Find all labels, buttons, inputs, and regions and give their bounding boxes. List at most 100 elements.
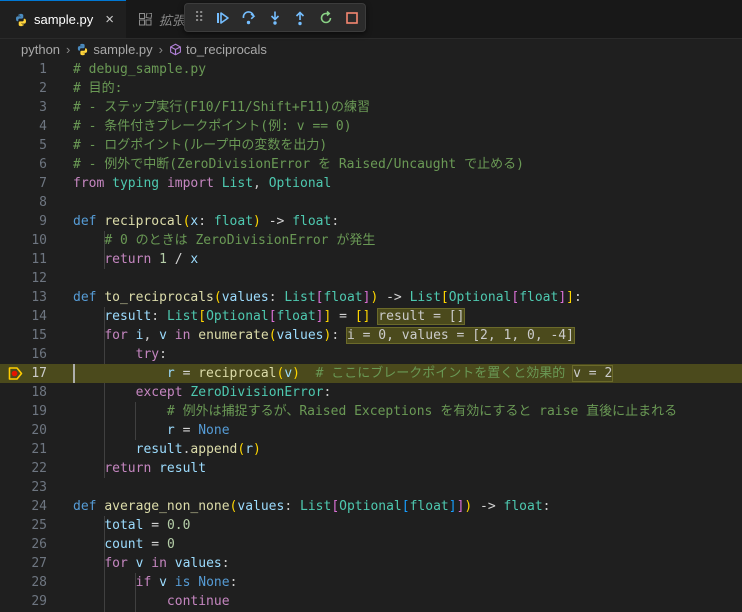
tab-bar: sample.py × 拡張 bbox=[0, 0, 742, 39]
continue-icon bbox=[216, 11, 229, 24]
code-line[interactable]: 21 result.append(r) bbox=[0, 440, 742, 459]
comment: # - 条件付きブレークポイント(例: v == 0) bbox=[73, 119, 352, 134]
line-number: 22 bbox=[31, 461, 47, 476]
code-text: return result bbox=[104, 461, 207, 476]
code-text: r = None bbox=[166, 423, 230, 438]
line-number: 16 bbox=[31, 347, 47, 362]
code-line[interactable]: 3 # - ステップ実行(F10/F11/Shift+F11)の練習 bbox=[0, 98, 742, 117]
breadcrumb-symbol[interactable]: to_reciprocals bbox=[186, 42, 267, 57]
line-number: 5 bbox=[39, 138, 47, 153]
close-icon[interactable]: × bbox=[105, 11, 114, 28]
symbol-method-icon bbox=[170, 43, 181, 55]
code-text: except ZeroDivisionError: bbox=[135, 385, 332, 400]
code-line[interactable]: 28 if v is None: bbox=[0, 573, 742, 592]
line-number: 6 bbox=[39, 157, 47, 172]
line-number: 15 bbox=[31, 328, 47, 343]
comment: # - 例外で中断(ZeroDivisionError を Raised/Unc… bbox=[73, 157, 524, 172]
code-line[interactable]: 13 def to_reciprocals(values: List[float… bbox=[0, 288, 742, 307]
line-number: 29 bbox=[31, 594, 47, 609]
inline-value: v = 2 bbox=[572, 365, 614, 382]
code-text: count = 0 bbox=[104, 537, 175, 552]
code-line[interactable]: 6 # - 例外で中断(ZeroDivisionError を Raised/U… bbox=[0, 155, 742, 174]
code-line[interactable]: 8 bbox=[0, 193, 742, 212]
python-file-icon bbox=[78, 43, 88, 55]
inline-value: result = [] bbox=[377, 308, 466, 325]
line-number: 26 bbox=[31, 537, 47, 552]
breadcrumb-folder[interactable]: python bbox=[21, 42, 60, 57]
code-text: def reciprocal(x: float) -> float: bbox=[73, 214, 340, 229]
code-text: # - 例外で中断(ZeroDivisionError を Raised/Unc… bbox=[73, 155, 524, 174]
step-over-icon bbox=[242, 10, 255, 24]
code-line[interactable]: 12 bbox=[0, 269, 742, 288]
code-text: if v is None: bbox=[135, 575, 238, 590]
code-text: from typing import List, Optional bbox=[73, 176, 332, 191]
breadcrumb: python › sample.py › to_reciprocals bbox=[0, 38, 742, 60]
code-line[interactable]: 15 for i, v in enumerate(values): i = 0,… bbox=[0, 326, 742, 345]
inline-value: i = 0, values = [2, 1, 0, -4] bbox=[345, 327, 575, 344]
line-number: 8 bbox=[39, 195, 47, 210]
tab-label: sample.py bbox=[34, 12, 94, 27]
tab-sample-py[interactable]: sample.py × bbox=[0, 0, 126, 38]
code-line[interactable]: 26 count = 0 bbox=[0, 535, 742, 554]
code-line[interactable]: 2 # 目的: bbox=[0, 79, 742, 98]
line-number: 17 bbox=[31, 366, 47, 381]
line-number: 23 bbox=[31, 480, 47, 495]
code-line[interactable]: 22 return result bbox=[0, 459, 742, 478]
debug-toolbar: ⠿ bbox=[184, 3, 366, 32]
code-line[interactable]: 27 for v in values: bbox=[0, 554, 742, 573]
code-text: r = reciprocal(v) # ここにブレークポイントを置くと効果的 v… bbox=[166, 365, 614, 382]
line-number: 10 bbox=[31, 233, 47, 248]
step-out-button[interactable] bbox=[287, 7, 313, 29]
continue-button[interactable] bbox=[210, 7, 236, 29]
code-editor[interactable]: 1 # debug_sample.py 2 # 目的: 3 # - ステップ実行… bbox=[0, 60, 742, 612]
step-into-button[interactable] bbox=[262, 7, 288, 29]
code-text: for v in values: bbox=[104, 556, 230, 571]
code-line[interactable]: 29 continue bbox=[0, 592, 742, 611]
breadcrumb-file[interactable]: sample.py bbox=[93, 42, 152, 57]
current-execution-line[interactable]: 17 r = reciprocal(v) # ここにブレークポイントを置くと効果… bbox=[0, 364, 742, 383]
code-line[interactable]: 14 result: List[Optional[float]] = [] re… bbox=[0, 307, 742, 326]
code-text: # - ステップ実行(F10/F11/Shift+F11)の練習 bbox=[73, 98, 370, 117]
code-text: for i, v in enumerate(values): i = 0, va… bbox=[104, 327, 575, 344]
code-line[interactable]: 11 return 1 / x bbox=[0, 250, 742, 269]
restart-button[interactable] bbox=[313, 7, 339, 29]
stop-button[interactable] bbox=[339, 7, 365, 29]
code-line[interactable]: 9 def reciprocal(x: float) -> float: bbox=[0, 212, 742, 231]
code-text: # - ログポイント(ループ中の変数を出力) bbox=[73, 136, 327, 155]
stop-icon bbox=[346, 11, 358, 24]
step-over-button[interactable] bbox=[236, 7, 262, 29]
code-text: result.append(r) bbox=[135, 442, 261, 457]
code-line[interactable]: 1 # debug_sample.py bbox=[0, 60, 742, 79]
comment: # ここにブレークポイントを置くと効果的 bbox=[315, 366, 566, 381]
code-line[interactable]: 5 # - ログポイント(ループ中の変数を出力) bbox=[0, 136, 742, 155]
line-number: 14 bbox=[31, 309, 47, 324]
step-out-icon bbox=[296, 10, 305, 25]
comment: # debug_sample.py bbox=[73, 62, 207, 77]
code-line[interactable]: 10 # 0 のときは ZeroDivisionError が発生 bbox=[0, 231, 742, 250]
code-text: result: List[Optional[float]] = [] resul… bbox=[104, 308, 466, 325]
code-line[interactable]: 25 total = 0.0 bbox=[0, 516, 742, 535]
code-text: try: bbox=[135, 347, 167, 362]
line-number: 25 bbox=[31, 518, 47, 533]
code-line[interactable]: 20 r = None bbox=[0, 421, 742, 440]
line-number: 9 bbox=[39, 214, 47, 229]
line-number: 1 bbox=[39, 62, 47, 77]
line-number: 20 bbox=[31, 423, 47, 438]
line-number: 28 bbox=[31, 575, 47, 590]
code-line[interactable]: 23 bbox=[0, 478, 742, 497]
code-line[interactable]: 19 # 例外は捕捉するが、Raised Exceptions を有効にすると … bbox=[0, 402, 742, 421]
chevron-right-icon: › bbox=[66, 41, 71, 57]
drag-handle-icon[interactable]: ⠿ bbox=[194, 9, 210, 26]
comment: # - ログポイント(ループ中の変数を出力) bbox=[73, 138, 328, 153]
line-number: 21 bbox=[31, 442, 47, 457]
code-line[interactable]: 7 from typing import List, Optional bbox=[0, 174, 742, 193]
code-line[interactable]: 4 # - 条件付きブレークポイント(例: v == 0) bbox=[0, 117, 742, 136]
line-number: 13 bbox=[31, 290, 47, 305]
comment: # 例外は捕捉するが、Raised Exceptions を有効にすると rai… bbox=[166, 404, 678, 419]
code-text: # 目的: bbox=[73, 79, 122, 98]
code-text: # debug_sample.py bbox=[73, 60, 206, 79]
code-line[interactable]: 24 def average_non_none(values: List[Opt… bbox=[0, 497, 742, 516]
extensions-icon bbox=[139, 12, 152, 25]
code-line[interactable]: 18 except ZeroDivisionError: bbox=[0, 383, 742, 402]
code-line[interactable]: 16 try: bbox=[0, 345, 742, 364]
